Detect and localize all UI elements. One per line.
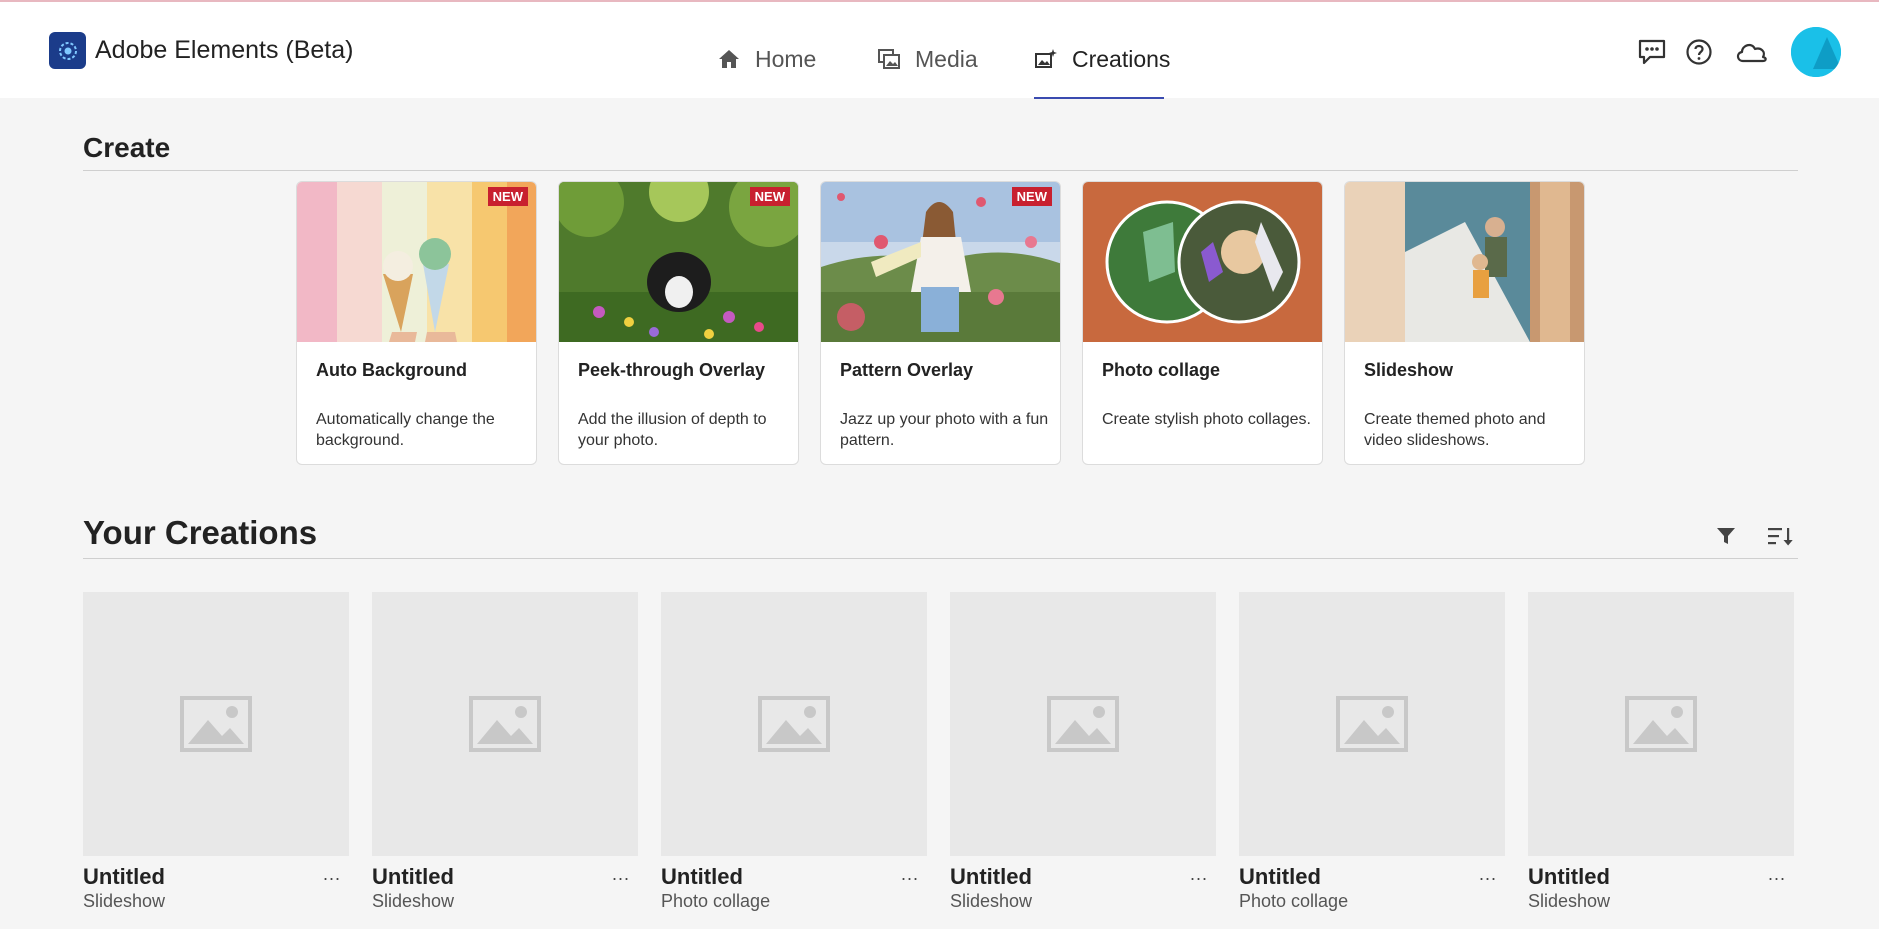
- pattern-overlay-thumbnail: NEW: [821, 182, 1060, 342]
- app-title: Adobe Elements (Beta): [95, 36, 354, 64]
- creation-item: Untitled ... Slideshow: [372, 592, 638, 929]
- creation-item: Untitled ... Photo collage: [1239, 592, 1505, 929]
- image-placeholder-icon: [1625, 696, 1697, 752]
- filter-button[interactable]: [1710, 520, 1742, 552]
- card-description: Jazz up your photo with a fun pattern.: [840, 411, 1049, 449]
- card-description: Automatically change the background.: [316, 411, 495, 449]
- creation-item: Untitled ... Photo collage: [661, 592, 927, 929]
- creation-thumbnail[interactable]: [1528, 592, 1794, 856]
- create-card-photo-collage[interactable]: Photo collage Create stylish photo colla…: [1082, 181, 1323, 465]
- creation-title: Untitled: [661, 864, 743, 889]
- auto-background-thumbnail: NEW: [297, 182, 536, 342]
- creations-icon: [1035, 49, 1057, 68]
- card-description: Create stylish photo collages.: [1102, 411, 1311, 428]
- elements-logo-icon: [58, 41, 77, 60]
- help-icon: [1686, 39, 1712, 65]
- creation-type: Slideshow: [1528, 891, 1611, 911]
- create-card-peek-through-overlay[interactable]: NEW Peek-through Overlay Add the illusio…: [558, 181, 799, 465]
- card-title: Auto Background: [316, 360, 467, 380]
- new-badge: NEW: [487, 187, 528, 206]
- creation-type: Slideshow: [372, 891, 455, 911]
- creation-thumbnail[interactable]: [1239, 592, 1505, 856]
- more-options-button[interactable]: ...: [612, 864, 630, 885]
- cloud-button[interactable]: [1733, 36, 1771, 68]
- slideshow-thumbnail: [1345, 182, 1584, 342]
- active-tab-indicator: [1034, 97, 1164, 99]
- image-placeholder-icon: [1336, 696, 1408, 752]
- image-placeholder-icon: [758, 696, 830, 752]
- creation-thumbnail[interactable]: [83, 592, 349, 856]
- creation-type: Slideshow: [83, 891, 166, 911]
- card-title: Slideshow: [1364, 360, 1454, 380]
- creation-title: Untitled: [1528, 864, 1610, 889]
- creation-type: Photo collage: [661, 891, 771, 911]
- more-options-button[interactable]: ...: [901, 864, 919, 885]
- creation-title: Untitled: [83, 864, 165, 889]
- create-card-pattern-overlay[interactable]: NEW Pattern Overlay Jazz up your photo w…: [820, 181, 1061, 465]
- tab-home[interactable]: Home: [717, 46, 816, 98]
- creation-item: Untitled ... Slideshow: [83, 592, 349, 929]
- cloud-icon: [1736, 43, 1767, 63]
- photo-collage-thumbnail: [1083, 182, 1322, 342]
- tab-creations[interactable]: Creations: [1034, 46, 1170, 98]
- create-card-auto-background[interactable]: NEW Auto Background Automatically change…: [296, 181, 537, 465]
- creation-type: Photo collage: [1239, 891, 1349, 911]
- peek-through-overlay-thumbnail: NEW: [559, 182, 798, 342]
- creation-item: Untitled ... Slideshow: [1528, 592, 1794, 929]
- more-options-button[interactable]: ...: [323, 864, 341, 885]
- tab-home-label: Home: [755, 46, 817, 72]
- card-title: Photo collage: [1102, 360, 1221, 380]
- tab-media[interactable]: Media: [877, 46, 978, 98]
- card-description: Add the illusion of depth to your photo.: [578, 411, 767, 449]
- more-options-button[interactable]: ...: [1768, 864, 1786, 885]
- avatar-image: [1791, 27, 1841, 77]
- creation-type: Slideshow: [950, 891, 1033, 911]
- image-placeholder-icon: [469, 696, 541, 752]
- media-icon: [878, 49, 900, 69]
- avatar[interactable]: [1791, 27, 1841, 77]
- new-badge: NEW: [749, 187, 790, 206]
- create-divider: [83, 170, 1798, 171]
- sort-icon: [1768, 528, 1793, 546]
- create-card-slideshow[interactable]: Slideshow Create themed photo and video …: [1344, 181, 1585, 465]
- create-section-title: Create: [83, 132, 171, 163]
- creations-divider: [83, 558, 1798, 559]
- home-icon: [719, 50, 739, 68]
- creation-item: Untitled ... Slideshow: [950, 592, 1216, 929]
- card-title: Peek-through Overlay: [578, 360, 766, 380]
- filter-icon: [1717, 528, 1735, 544]
- tab-media-label: Media: [915, 46, 978, 72]
- image-placeholder-icon: [1047, 696, 1119, 752]
- image-placeholder-icon: [180, 696, 252, 752]
- card-description: Create themed photo and video slideshows…: [1364, 411, 1546, 449]
- new-badge: NEW: [1011, 187, 1052, 206]
- more-options-button[interactable]: ...: [1190, 864, 1208, 885]
- sort-button[interactable]: [1764, 520, 1796, 552]
- creation-thumbnail[interactable]: [950, 592, 1216, 856]
- feedback-icon: [1638, 39, 1666, 65]
- feedback-button[interactable]: [1636, 36, 1668, 68]
- help-button[interactable]: [1683, 36, 1715, 68]
- card-title: Pattern Overlay: [840, 360, 974, 380]
- creation-title: Untitled: [1239, 864, 1321, 889]
- app-logo: [49, 32, 86, 69]
- creation-thumbnail[interactable]: [372, 592, 638, 856]
- creation-thumbnail[interactable]: [661, 592, 927, 856]
- creation-title: Untitled: [950, 864, 1032, 889]
- more-options-button[interactable]: ...: [1479, 864, 1497, 885]
- tab-creations-label: Creations: [1072, 46, 1171, 72]
- creation-title: Untitled: [372, 864, 454, 889]
- creations-section-title: Your Creations: [83, 514, 318, 551]
- app-header: Adobe Elements (Beta) Home Media Creatio…: [0, 2, 1879, 99]
